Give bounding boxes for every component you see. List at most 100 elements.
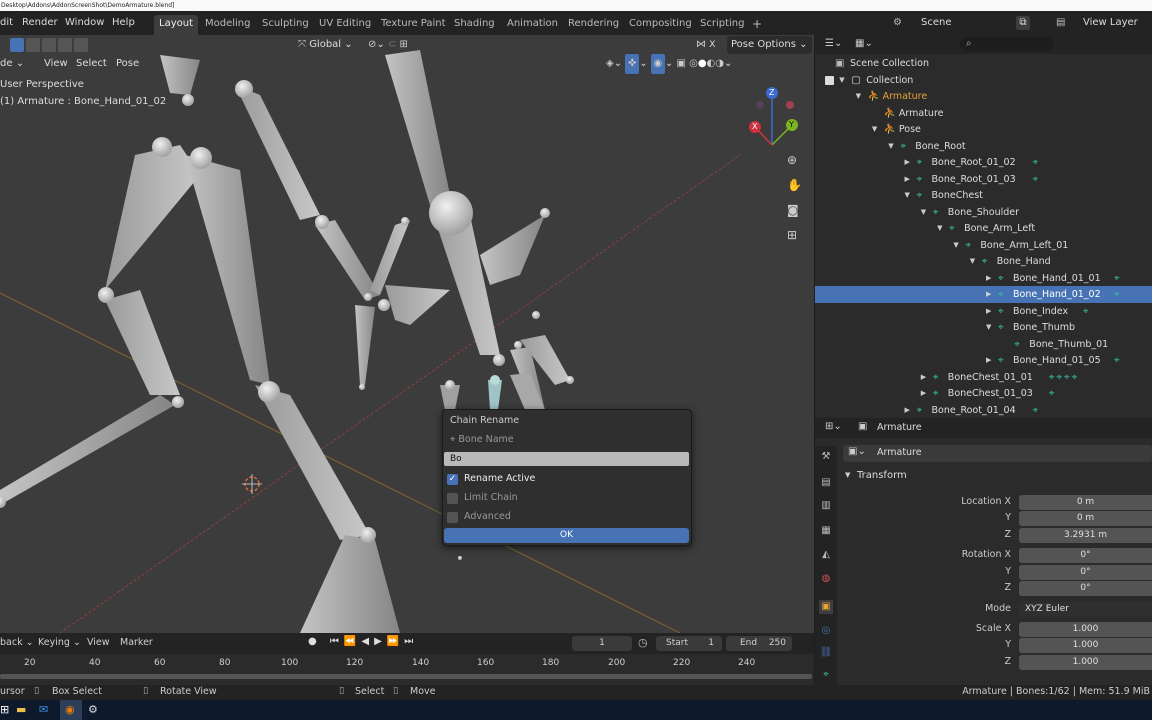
next-keyframe-icon[interactable]: ⏩ xyxy=(387,636,404,647)
scale-x-field[interactable]: 1.000 xyxy=(1019,622,1152,637)
camera-icon[interactable]: ◙ xyxy=(787,203,799,217)
xray-icon[interactable]: ▣ xyxy=(676,54,685,74)
object-tab-icon[interactable]: ▣ xyxy=(819,600,833,614)
scale-z-field[interactable]: 1.000 xyxy=(1019,655,1152,670)
outliner-row[interactable]: ▼ ⌖ Bone_Thumb xyxy=(815,319,1152,336)
clock-icon[interactable]: ◷ xyxy=(638,636,648,649)
settings-icon[interactable]: ⚙ xyxy=(88,703,98,716)
play-reverse-icon[interactable]: ◀ xyxy=(361,636,374,647)
outliner-row[interactable]: ▼ ⛹ Armature xyxy=(815,88,1152,105)
expand-down-icon[interactable]: ▼ xyxy=(905,187,910,204)
outliner-row[interactable]: ⌖ Bone_Thumb_01 xyxy=(815,336,1152,353)
expand-down-icon[interactable]: ▼ xyxy=(839,72,844,89)
tab-animation[interactable]: Animation xyxy=(502,15,563,35)
timeline-view-menu[interactable]: View xyxy=(87,637,110,648)
outliner-row[interactable]: ▶ ⌖ BoneChest_01_01 ⌖⌖⌖⌖ xyxy=(815,369,1152,386)
outliner-row[interactable]: ▼ ⌖ Bone_Root xyxy=(815,138,1152,155)
transform-panel-header[interactable]: ▼ Transform xyxy=(843,470,1152,486)
box-select-icon[interactable] xyxy=(10,38,24,52)
display-mode-icon[interactable]: ▦⌄ xyxy=(855,38,873,49)
rotation-z-field[interactable]: 0° xyxy=(1019,581,1152,596)
outliner-row[interactable]: ▶ ⌖ BoneChest_01_03 ⌖ xyxy=(815,385,1152,402)
material-shading-icon[interactable]: ◐ xyxy=(707,54,716,74)
expand-right-icon[interactable]: ▶ xyxy=(905,154,910,171)
collection-checkbox[interactable] xyxy=(825,75,835,85)
x-axis-toggle[interactable]: X xyxy=(709,40,715,50)
outliner-row[interactable]: ▶ ⌖ Bone_Root_01_04 ⌖ xyxy=(815,402,1152,419)
physics-tab-icon[interactable]: ◎ xyxy=(819,624,833,638)
tab-texture-paint[interactable]: Texture Paint xyxy=(376,15,451,35)
scene-tab-icon[interactable]: ◭ xyxy=(819,548,833,562)
start-menu-icon[interactable]: ⊞ xyxy=(0,703,9,716)
outliner-row[interactable]: ▶ ⌖ Bone_Hand_01_01 ⌖ xyxy=(815,270,1152,287)
world-tab-icon[interactable]: ◍ xyxy=(819,572,833,586)
outliner-row[interactable]: ▼ ⌖ BoneChest xyxy=(815,187,1152,204)
render-tab-icon[interactable]: ▤ xyxy=(819,476,833,490)
location-x-field[interactable]: 0 m xyxy=(1019,495,1152,510)
start-frame-field[interactable]: Start 1 xyxy=(656,636,722,651)
expand-down-icon[interactable]: ▼ xyxy=(856,88,861,105)
tab-layout[interactable]: Layout xyxy=(154,15,198,35)
rendered-shading-icon[interactable]: ◑ xyxy=(715,54,724,74)
expand-down-icon[interactable]: ▼ xyxy=(872,121,877,138)
advanced-checkbox[interactable]: Advanced xyxy=(443,510,683,525)
overlay-toggles[interactable]: ◈⌄ ✜ ⌄ ◉ ⌄ ▣ ◎●◐◑⌄ xyxy=(606,54,732,74)
overlay-toggle-icon[interactable]: ◉ xyxy=(650,54,665,74)
outliner-row[interactable]: ⛹ Armature xyxy=(815,105,1152,122)
outliner-row[interactable]: ▼ ▢ Collection xyxy=(815,72,1152,89)
play-icon[interactable]: ▶ xyxy=(374,636,387,647)
expand-right-icon[interactable]: ▶ xyxy=(986,286,991,303)
expand-down-icon[interactable]: ▼ xyxy=(953,237,958,254)
outliner-row[interactable]: ▶ ⌖ Bone_Hand_01_05 ⌖ xyxy=(815,352,1152,369)
expand-right-icon[interactable]: ▶ xyxy=(986,270,991,287)
tab-rendering[interactable]: Rendering xyxy=(563,15,624,35)
solid-shading-icon[interactable]: ● xyxy=(698,54,707,74)
expand-down-icon[interactable]: ▼ xyxy=(986,319,991,336)
jump-end-icon[interactable]: ⏭ xyxy=(404,636,418,647)
expand-right-icon[interactable]: ▶ xyxy=(986,352,991,369)
pivot-dropdown[interactable]: ⊘⌄ ⊂ ⊞ xyxy=(368,35,408,55)
xray-toggle[interactable]: ⋈ X xyxy=(696,35,715,55)
tab-sculpting[interactable]: Sculpting xyxy=(257,15,314,35)
blender-taskbar-item[interactable]: ◉ xyxy=(60,700,82,720)
menu-render[interactable]: Render xyxy=(22,11,58,35)
add-workspace-button[interactable]: + xyxy=(747,15,767,35)
expand-down-icon[interactable]: ▼ xyxy=(888,138,893,155)
mode-dropdown[interactable]: de ⌄ xyxy=(0,54,24,74)
proportional-icon[interactable]: ⊞ xyxy=(400,35,408,55)
expand-right-icon[interactable]: ▶ xyxy=(905,171,910,188)
snap-icon[interactable]: ⊂ xyxy=(388,35,396,55)
menu-view[interactable]: View xyxy=(44,54,68,74)
timeline-scrollbar[interactable] xyxy=(0,674,812,679)
outliner-row[interactable]: ▼ ⌖ Bone_Hand xyxy=(815,253,1152,270)
select-subtract-icon[interactable] xyxy=(42,38,56,52)
check-icon[interactable]: ✓ xyxy=(447,474,458,485)
3d-viewport[interactable]: ⤧ Global ⌄ ⊘⌄ ⊂ ⊞ ⋈ X Pose Options ⌄ de … xyxy=(0,35,814,633)
zoom-icon[interactable]: ⊕ xyxy=(787,153,797,167)
timeline-ruler[interactable]: 20 40 60 80 100 120 140 160 180 200 220 … xyxy=(0,654,814,674)
mail-icon[interactable]: ✉ xyxy=(39,703,48,716)
outliner-row[interactable]: ▶ ⌖ Bone_Root_01_02 ⌖ xyxy=(815,154,1152,171)
tab-scripting[interactable]: Scripting xyxy=(695,15,749,35)
object-name-field[interactable]: ▣⌄ Armature xyxy=(843,445,1152,462)
current-frame-field[interactable]: 1 xyxy=(572,636,632,651)
wireframe-shading-icon[interactable]: ◎ xyxy=(689,54,698,74)
constraints-tab-icon[interactable]: ⛓ xyxy=(819,646,833,660)
select-intersect-icon[interactable] xyxy=(74,38,88,52)
outliner-row[interactable]: ▶ ⌖ Bone_Root_01_03 ⌖ xyxy=(815,171,1152,188)
outliner-row[interactable]: ▼ ⌖ Bone_Shoulder xyxy=(815,204,1152,221)
select-invert-icon[interactable] xyxy=(58,38,72,52)
outliner-row[interactable]: ▼ ⌖ Bone_Arm_Left_01 xyxy=(815,237,1152,254)
gizmo-toggle-icon[interactable]: ✜ xyxy=(625,54,640,74)
tool-tab-icon[interactable]: ⚒ xyxy=(819,450,833,464)
menu-window[interactable]: Window xyxy=(65,11,104,35)
location-z-field[interactable]: 3.2931 m xyxy=(1019,528,1152,543)
marker-menu[interactable]: Marker xyxy=(120,637,153,648)
pose-options-dropdown[interactable]: Pose Options ⌄ xyxy=(727,36,812,54)
outliner-row[interactable]: ▶ ⌖ Bone_Index ⌖ xyxy=(815,303,1152,320)
rotation-x-field[interactable]: 0° xyxy=(1019,548,1152,563)
jump-start-icon[interactable]: ⏮ xyxy=(330,636,344,647)
editor-type-icon[interactable]: ⊞⌄ xyxy=(825,421,842,432)
bone-tab-icon[interactable]: ⌖ xyxy=(819,668,833,682)
tab-uv-editing[interactable]: UV Editing xyxy=(314,15,376,35)
